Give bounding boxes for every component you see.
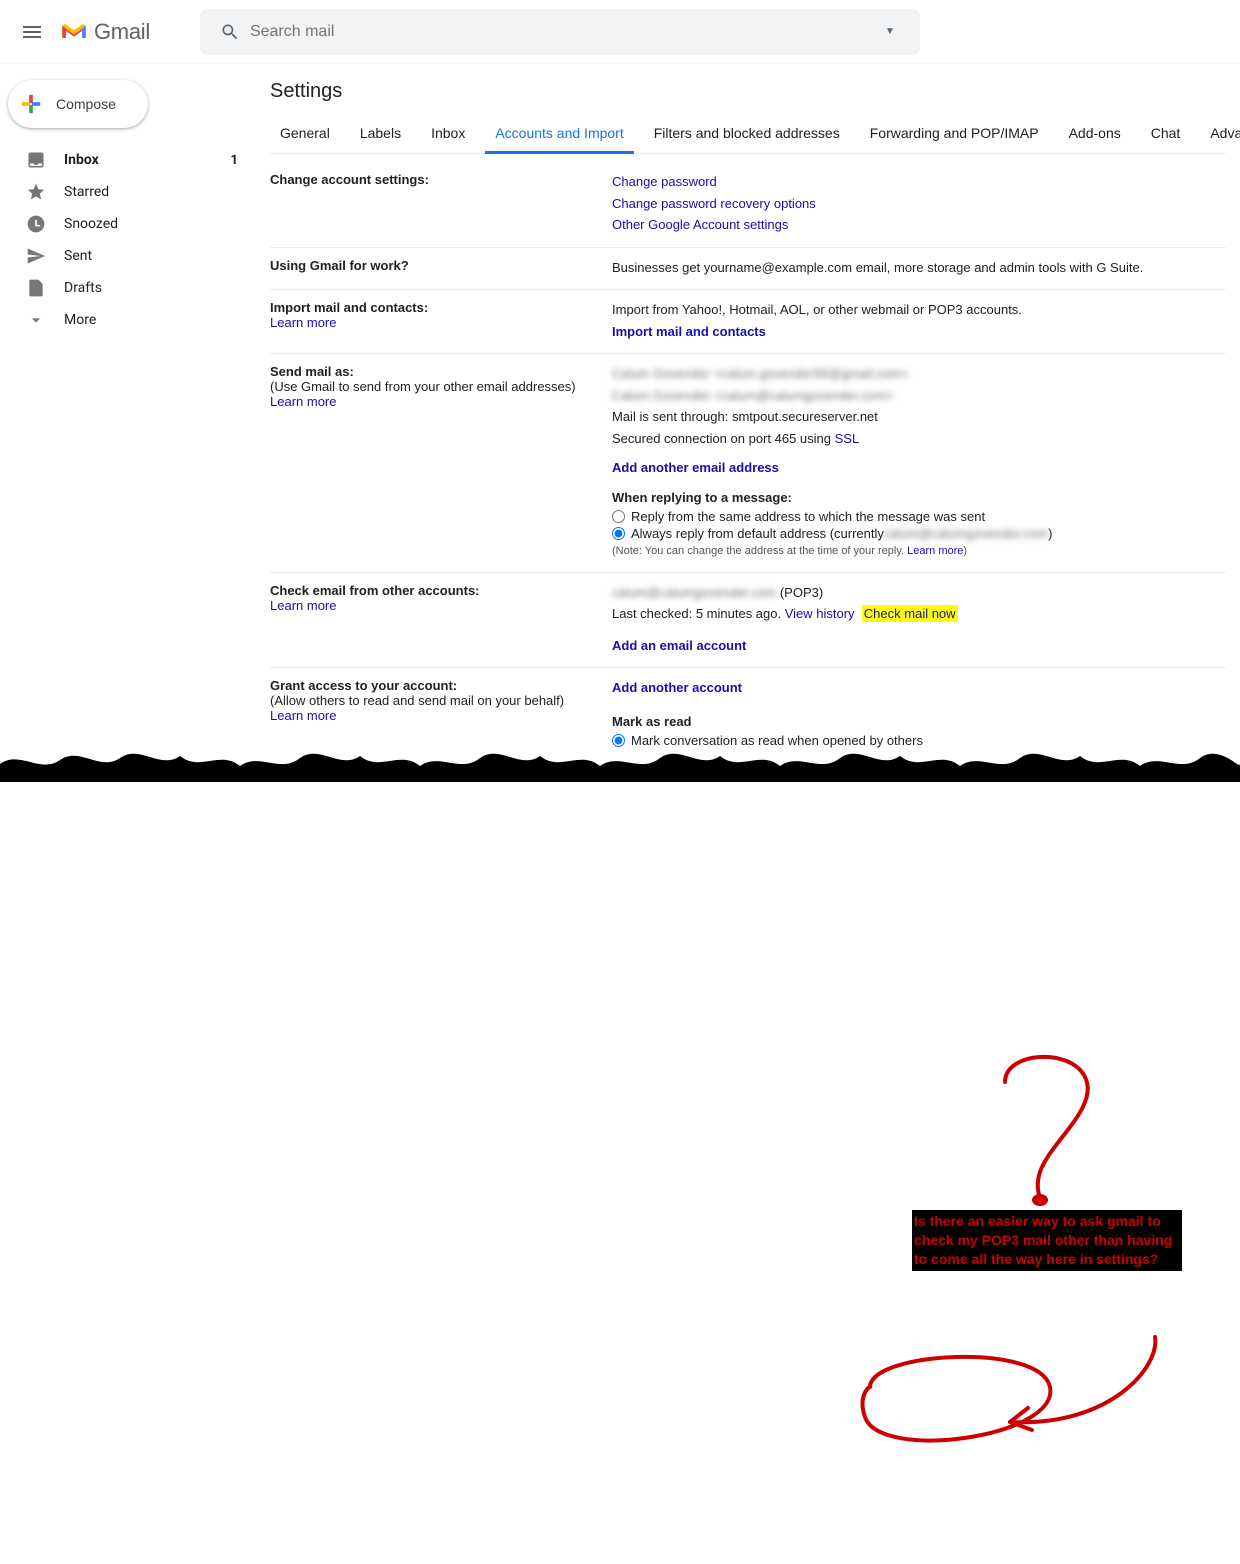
heading-grant-access: Grant access to your account: bbox=[270, 678, 612, 693]
tab-chat[interactable]: Chat bbox=[1141, 115, 1191, 153]
search-bar[interactable]: ▼ bbox=[200, 9, 920, 55]
label-reply-default-pre: Always reply from default address (curre… bbox=[631, 526, 884, 541]
page-title: Settings bbox=[270, 80, 1226, 103]
link-check-learn-more[interactable]: Learn more bbox=[270, 598, 336, 613]
sidebar-item-inbox[interactable]: Inbox 1 bbox=[0, 144, 256, 176]
chevron-down-icon bbox=[26, 310, 46, 330]
text-pop-account: calum@calumgovender.com bbox=[612, 585, 776, 600]
hamburger-icon bbox=[20, 20, 44, 44]
tab-filters[interactable]: Filters and blocked addresses bbox=[644, 115, 850, 153]
note-reply-change: (Note: You can change the address at the… bbox=[612, 545, 907, 557]
label-reply-same: Reply from the same address to which the… bbox=[631, 509, 985, 524]
search-input[interactable] bbox=[250, 23, 870, 41]
link-grant-learn-more[interactable]: Learn more bbox=[270, 708, 336, 723]
annotation-text: Is there an easier way to ask gmail to c… bbox=[912, 1210, 1182, 1271]
text-work-desc: Businesses get yourname@example.com emai… bbox=[612, 258, 1226, 278]
gmail-logo[interactable]: Gmail bbox=[60, 19, 150, 45]
link-check-mail-now[interactable]: Check mail now bbox=[862, 605, 958, 622]
tab-labels[interactable]: Labels bbox=[350, 115, 411, 153]
search-dropdown-icon[interactable]: ▼ bbox=[870, 26, 910, 37]
tab-advanced[interactable]: Advanced bbox=[1200, 115, 1240, 153]
link-add-another-account[interactable]: Add another account bbox=[612, 680, 742, 695]
sidebar-item-drafts[interactable]: Drafts bbox=[0, 272, 256, 304]
heading-check-other: Check email from other accounts: bbox=[270, 583, 612, 598]
tab-addons[interactable]: Add-ons bbox=[1059, 115, 1131, 153]
sub-grant-access: (Allow others to read and send mail on y… bbox=[270, 693, 612, 708]
send-as-account-1: Calum Govender <calum.govender99@gmail.c… bbox=[612, 364, 1226, 384]
tab-forwarding[interactable]: Forwarding and POP/IMAP bbox=[860, 115, 1049, 153]
section-check-other: Check email from other accounts: Learn m… bbox=[270, 573, 1226, 669]
sidebar-item-starred[interactable]: Starred bbox=[0, 176, 256, 208]
send-icon bbox=[26, 246, 46, 266]
gmail-m-icon bbox=[60, 21, 88, 43]
text-secured: Secured connection on port 465 using bbox=[612, 431, 835, 446]
label-mark-read: Mark conversation as read when opened by… bbox=[631, 733, 923, 748]
radio-mark-read[interactable] bbox=[612, 734, 625, 747]
text-pop3-suffix: (POP3) bbox=[776, 585, 823, 600]
search-icon[interactable] bbox=[210, 12, 250, 52]
main-content: Settings General Labels Inbox Accounts a… bbox=[256, 64, 1240, 782]
compose-label: Compose bbox=[56, 96, 116, 112]
send-as-account-2: Calum Govender <calum@calumgovender.com> bbox=[612, 386, 1226, 406]
link-add-email[interactable]: Add another email address bbox=[612, 460, 779, 475]
tab-general[interactable]: General bbox=[270, 115, 340, 153]
settings-tabs: General Labels Inbox Accounts and Import… bbox=[270, 115, 1226, 154]
heading-send-as: Send mail as: bbox=[270, 364, 612, 379]
heading-change-account: Change account settings: bbox=[270, 172, 612, 187]
radio-reply-same[interactable] bbox=[612, 510, 625, 523]
section-change-account: Change account settings: Change password… bbox=[270, 162, 1226, 248]
sidebar-item-sent[interactable]: Sent bbox=[0, 240, 256, 272]
section-using-work: Using Gmail for work? Businesses get you… bbox=[270, 248, 1226, 291]
link-other-google-settings[interactable]: Other Google Account settings bbox=[612, 217, 788, 232]
gmail-text: Gmail bbox=[94, 19, 150, 45]
plus-icon bbox=[20, 93, 42, 115]
link-send-as-learn-more[interactable]: Learn more bbox=[270, 394, 336, 409]
tab-inbox[interactable]: Inbox bbox=[421, 115, 475, 153]
link-change-password[interactable]: Change password bbox=[612, 174, 717, 189]
sub-send-as: (Use Gmail to send from your other email… bbox=[270, 379, 612, 394]
link-reply-learn-more[interactable]: Learn more bbox=[907, 545, 963, 557]
text-last-checked: Last checked: 5 minutes ago. bbox=[612, 606, 785, 621]
file-icon bbox=[26, 278, 46, 298]
heading-mark-read: Mark as read bbox=[612, 712, 1226, 732]
radio-reply-default[interactable] bbox=[612, 527, 625, 540]
section-import: Import mail and contacts: Learn more Imp… bbox=[270, 290, 1226, 354]
sidebar-item-more[interactable]: More bbox=[0, 304, 256, 336]
compose-button[interactable]: Compose bbox=[8, 80, 148, 128]
sidebar-item-snoozed[interactable]: Snoozed bbox=[0, 208, 256, 240]
text-mail-through: Mail is sent through: smtpout.secureserv… bbox=[612, 407, 1226, 427]
heading-reply-behavior: When replying to a message: bbox=[612, 488, 1226, 508]
link-ssl[interactable]: SSL bbox=[835, 431, 860, 446]
section-send-as: Send mail as: (Use Gmail to send from yo… bbox=[270, 354, 1226, 573]
label-reply-default-post: ) bbox=[1048, 526, 1052, 541]
star-icon bbox=[26, 182, 46, 202]
inbox-count: 1 bbox=[231, 153, 238, 168]
link-import-learn-more[interactable]: Learn more bbox=[270, 315, 336, 330]
section-grant-access: Grant access to your account: (Allow oth… bbox=[270, 668, 1226, 760]
inbox-icon bbox=[26, 150, 46, 170]
heading-import: Import mail and contacts: bbox=[270, 300, 612, 315]
tab-accounts-import[interactable]: Accounts and Import bbox=[485, 115, 633, 154]
text-import-desc: Import from Yahoo!, Hotmail, AOL, or oth… bbox=[612, 300, 1226, 320]
link-view-history[interactable]: View history bbox=[785, 606, 855, 621]
sidebar: Compose Inbox 1 Starred Snoozed Sent Dra… bbox=[0, 64, 256, 782]
link-add-email-account[interactable]: Add an email account bbox=[612, 638, 746, 653]
label-reply-default-blur: calum@calumgovender.com bbox=[884, 526, 1048, 541]
link-import-action[interactable]: Import mail and contacts bbox=[612, 324, 766, 339]
main-menu-button[interactable] bbox=[8, 8, 56, 56]
link-change-recovery[interactable]: Change password recovery options bbox=[612, 196, 816, 211]
heading-using-work: Using Gmail for work? bbox=[270, 258, 612, 273]
clock-icon bbox=[26, 214, 46, 234]
